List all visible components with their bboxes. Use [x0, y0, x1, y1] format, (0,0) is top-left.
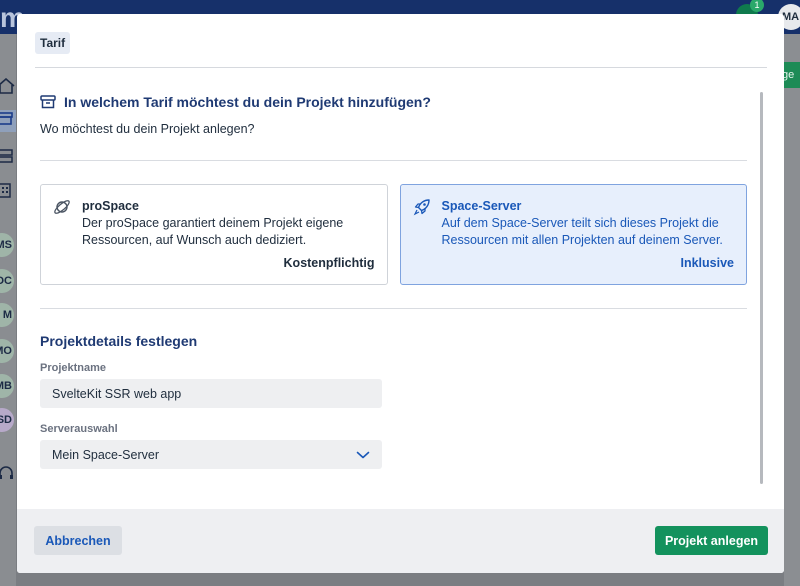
- sidebar-avatar-mb: MB: [0, 374, 14, 398]
- header-divider: [35, 67, 767, 68]
- plan-description: Der proSpace garantiert deinem Projekt e…: [82, 216, 344, 247]
- sidebar-avatar-sd: SD: [0, 408, 14, 432]
- plan-price: Kostenpflichtig: [283, 256, 375, 270]
- question-title: In welchem Tarif möchtest du dein Projek…: [64, 94, 431, 110]
- question-heading: In welchem Tarif möchtest du dein Projek…: [40, 92, 747, 112]
- modal-footer: Abbrechen Projekt anlegen: [17, 509, 784, 573]
- project-name-label: Projektname: [40, 362, 107, 374]
- modal-content[interactable]: In welchem Tarif möchtest du dein Projek…: [40, 92, 747, 504]
- sidebar-avatar-m: M: [0, 303, 14, 327]
- cancel-button[interactable]: Abbrechen: [34, 526, 122, 555]
- details-title: Projektdetails festlegen: [40, 333, 198, 349]
- plan-description: Auf dem Space-Server teilt sich dieses P…: [441, 216, 723, 247]
- server-select-label: Serverauswahl: [40, 423, 118, 435]
- building-icon: [0, 182, 16, 204]
- plan-options: proSpace Der proSpace garantiert deinem …: [40, 184, 747, 285]
- rocket-icon: [413, 199, 430, 216]
- plan-price: Inklusive: [680, 256, 735, 270]
- content-scrollbar[interactable]: [760, 92, 763, 484]
- project-name-value: SvelteKit SSR web app: [52, 386, 182, 401]
- archive-box-icon: [40, 95, 56, 109]
- chevron-down-icon: [356, 451, 370, 458]
- server-select[interactable]: Mein Space-Server: [40, 440, 382, 469]
- create-project-modal: Tarif In welchem Tarif möchtest du dein …: [17, 14, 784, 573]
- plan-card-body: proSpace Der proSpace garantiert deinem …: [82, 199, 382, 249]
- plan-card-space-server[interactable]: Space-Server Auf dem Space-Server teilt …: [399, 184, 747, 285]
- plan-title: proSpace: [82, 199, 139, 213]
- app-right-panel: [784, 34, 800, 586]
- question-subtitle: Wo möchtest du dein Projekt anlegen?: [40, 122, 255, 136]
- plan-title: Space-Server: [441, 199, 522, 213]
- sidebar-avatar-mo: MO: [0, 339, 14, 363]
- sidebar-avatar-ms: MS: [0, 233, 14, 257]
- server-select-value: Mein Space-Server: [52, 447, 159, 462]
- sidebar-avatar-dc: DC: [0, 269, 14, 293]
- planet-icon: [54, 200, 70, 214]
- server-icon: [0, 148, 16, 170]
- modal-tag: Tarif: [35, 32, 71, 54]
- section-divider: [40, 308, 747, 309]
- plan-card-prospace[interactable]: proSpace Der proSpace garantiert deinem …: [40, 184, 388, 285]
- app-sidebar: MS DC M MO MB SD: [0, 34, 16, 586]
- section-divider: [40, 160, 747, 161]
- create-project-button[interactable]: Projekt anlegen: [655, 526, 768, 555]
- project-name-input[interactable]: SvelteKit SSR web app: [40, 379, 382, 408]
- home-icon: [0, 78, 16, 100]
- archive-icon: [0, 110, 16, 132]
- plan-card-body: Space-Server Auf dem Space-Server teilt …: [442, 199, 742, 249]
- headset-icon: [0, 466, 16, 488]
